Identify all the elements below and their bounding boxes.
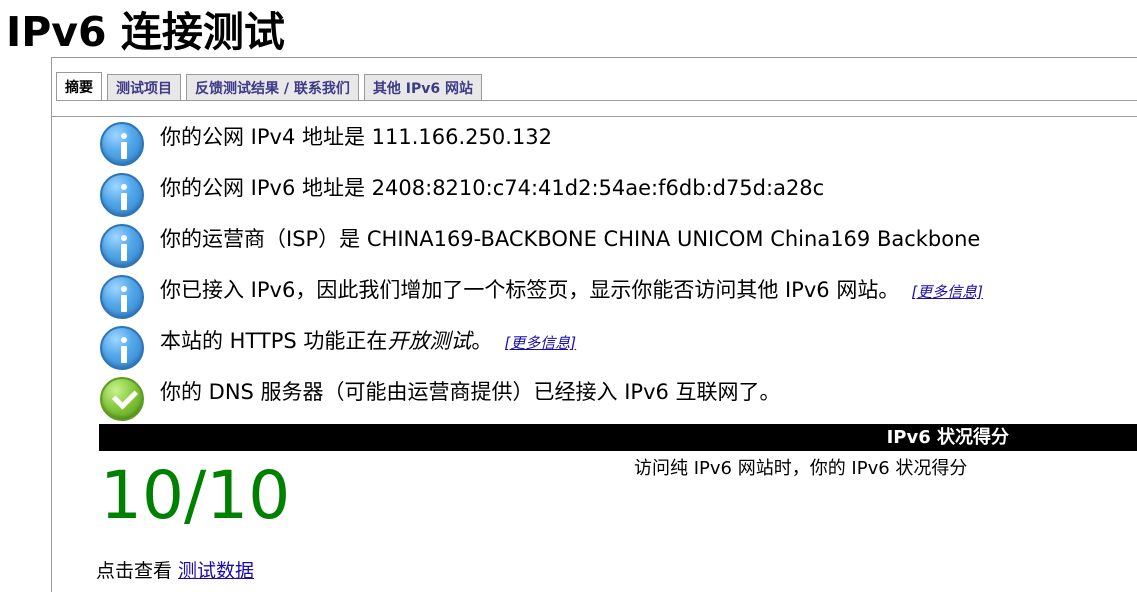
info-icon [100,173,144,217]
more-info-link[interactable]: [更多信息] [911,283,983,301]
ipv6-tab-added-row: 你已接入 IPv6，因此我们增加了一个标签页，显示你能否访问其他 IPv6 网站… [100,274,1135,325]
info-icon [100,326,144,370]
test-data-footer: 点击查看 测试数据 [96,559,254,583]
ipv4-address-text: 你的公网 IPv4 地址是 111.166.250.132 [160,125,553,149]
score-heading-bar: IPv6 状况得分 [99,424,1137,451]
dns-ipv6-row: 你的 DNS 服务器（可能由运营商提供）已经接入 IPv6 互联网了。 [100,376,1135,427]
ipv6-address-text: 你的公网 IPv6 地址是 2408:8210:c74:41d2:54ae:f6… [160,176,825,200]
isp-row: 你的运营商（ISP）是 CHINA169-BACKBONE CHINA UNIC… [100,223,1135,274]
https-status-message: 本站的 HTTPS 功能正在开放测试。 [更多信息] [160,328,576,356]
tab-other-ipv6-sites[interactable]: 其他 IPv6 网站 [363,74,482,100]
page-title: IPv6 连接测试 [6,8,285,56]
check-icon [100,377,144,421]
https-status-prefix: 本站的 HTTPS 功能正在 [160,329,388,353]
info-icon [100,275,144,319]
ipv6-tab-added-message: 你已接入 IPv6，因此我们增加了一个标签页，显示你能否访问其他 IPv6 网站… [160,277,983,305]
isp-text: 你的运营商（ISP）是 CHINA169-BACKBONE CHINA UNIC… [160,227,981,251]
score-description: 访问纯 IPv6 网站时，你的 IPv6 状况得分 [634,458,968,479]
ipv6-tab-added-text: 你已接入 IPv6，因此我们增加了一个标签页，显示你能否访问其他 IPv6 网站… [160,278,900,302]
https-status-row: 本站的 HTTPS 功能正在开放测试。 [更多信息] [100,325,1135,376]
tab-test-items[interactable]: 测试项目 [107,74,181,100]
tab-summary[interactable]: 摘要 [56,72,102,100]
footer-prefix: 点击查看 [96,560,173,582]
tab-underline [56,100,1137,101]
ipv6-score-value: 10/10 [100,457,291,534]
tab-panel-border [51,116,1137,117]
https-status-suffix: 。 [471,329,493,353]
info-icon [100,122,144,166]
tab-bar: 摘要 测试项目 反馈测试结果 / 联系我们 其他 IPv6 网站 [56,72,482,100]
ipv6-test-page: IPv6 连接测试 摘要 测试项目 反馈测试结果 / 联系我们 其他 IPv6 … [0,0,1137,592]
dns-ipv6-text: 你的 DNS 服务器（可能由运营商提供）已经接入 IPv6 互联网了。 [160,380,781,404]
test-data-link[interactable]: 测试数据 [178,560,254,582]
ipv4-address-row: 你的公网 IPv4 地址是 111.166.250.132 [100,121,1135,172]
tab-feedback-contact[interactable]: 反馈测试结果 / 联系我们 [186,74,359,100]
https-open-testing-text: 开放测试 [387,329,472,353]
summary-info-list: 你的公网 IPv4 地址是 111.166.250.132 你的公网 IPv6 … [100,121,1135,427]
more-info-link[interactable]: [更多信息] [504,334,576,352]
info-icon [100,224,144,268]
ipv6-address-row: 你的公网 IPv6 地址是 2408:8210:c74:41d2:54ae:f6… [100,172,1135,223]
